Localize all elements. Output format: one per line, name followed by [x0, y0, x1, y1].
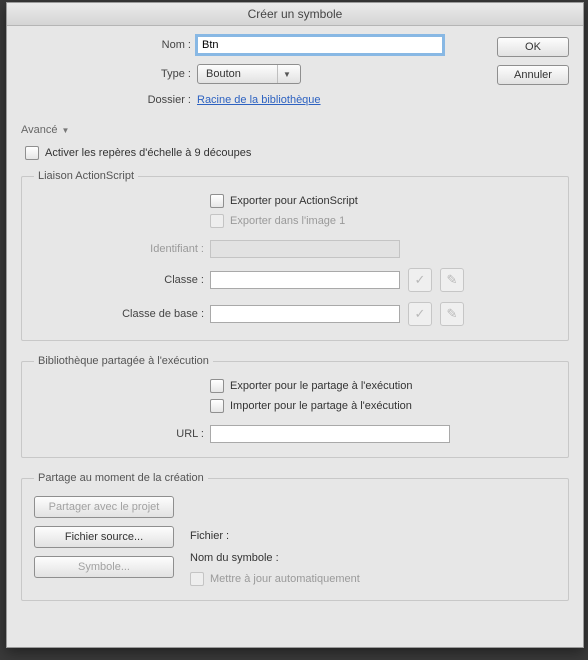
create-symbol-dialog: Créer un symbole OK Annuler Nom : Type :… [6, 2, 584, 648]
checkbox-icon [190, 572, 204, 586]
checkbox-icon [210, 379, 224, 393]
identifier-input [210, 240, 400, 258]
check-icon: ✓ [408, 268, 432, 292]
dialog-right-buttons: OK Annuler [497, 37, 569, 93]
runtime-import-checkbox[interactable]: Importer pour le partage à l'exécution [210, 399, 412, 413]
triangle-down-icon: ▼ [62, 126, 70, 135]
symbol-button: Symbole... [34, 556, 174, 578]
runtime-share-legend: Bibliothèque partagée à l'exécution [34, 355, 213, 367]
baseclass-label: Classe de base : [34, 308, 210, 320]
advanced-label: Avancé [21, 124, 58, 136]
advanced-toggle[interactable]: Avancé ▼ [21, 124, 569, 136]
class-label: Classe : [34, 274, 210, 286]
checkbox-icon [210, 399, 224, 413]
type-select[interactable]: Bouton ▼ [197, 64, 301, 84]
symbol-name-label: Nom du symbole : [190, 552, 360, 564]
file-label: Fichier : [190, 530, 360, 542]
checkbox-icon [210, 214, 224, 228]
cancel-button[interactable]: Annuler [497, 65, 569, 85]
folder-label: Dossier : [21, 94, 197, 106]
runtime-import-label: Importer pour le partage à l'exécution [230, 400, 412, 412]
export-actionscript-checkbox[interactable]: Exporter pour ActionScript [210, 194, 358, 208]
author-share-group: Partage au moment de la création Partage… [21, 472, 569, 601]
export-actionscript-label: Exporter pour ActionScript [230, 195, 358, 207]
author-share-legend: Partage au moment de la création [34, 472, 208, 484]
baseclass-input[interactable] [210, 305, 400, 323]
scale9-label: Activer les repères d'échelle à 9 découp… [45, 147, 251, 159]
checkbox-icon [210, 194, 224, 208]
source-file-button[interactable]: Fichier source... [34, 526, 174, 548]
auto-update-label: Mettre à jour automatiquement [210, 573, 360, 585]
export-frame1-checkbox: Exporter dans l'image 1 [210, 214, 345, 228]
check-icon: ✓ [408, 302, 432, 326]
name-input[interactable] [197, 36, 443, 54]
share-with-project-button: Partager avec le projet [34, 496, 174, 518]
type-label: Type : [21, 68, 197, 80]
chevron-down-icon: ▼ [277, 65, 296, 83]
identifier-label: Identifiant : [34, 243, 210, 255]
class-input[interactable] [210, 271, 400, 289]
auto-update-checkbox: Mettre à jour automatiquement [190, 572, 360, 586]
linkage-legend: Liaison ActionScript [34, 170, 138, 182]
ok-button[interactable]: OK [497, 37, 569, 57]
linkage-group: Liaison ActionScript Exporter pour Actio… [21, 170, 569, 341]
name-label: Nom : [21, 39, 197, 51]
pencil-icon: ✎ [440, 268, 464, 292]
runtime-export-checkbox[interactable]: Exporter pour le partage à l'exécution [210, 379, 413, 393]
folder-link[interactable]: Racine de la bibliothèque [197, 94, 321, 106]
export-frame1-label: Exporter dans l'image 1 [230, 215, 345, 227]
type-select-value: Bouton [206, 68, 241, 80]
runtime-export-label: Exporter pour le partage à l'exécution [230, 380, 413, 392]
runtime-share-group: Bibliothèque partagée à l'exécution Expo… [21, 355, 569, 458]
pencil-icon: ✎ [440, 302, 464, 326]
url-input[interactable] [210, 425, 450, 443]
checkbox-icon [25, 146, 39, 160]
url-label: URL : [34, 428, 210, 440]
scale9-checkbox[interactable]: Activer les repères d'échelle à 9 découp… [25, 146, 569, 160]
dialog-title: Créer un symbole [7, 3, 583, 26]
